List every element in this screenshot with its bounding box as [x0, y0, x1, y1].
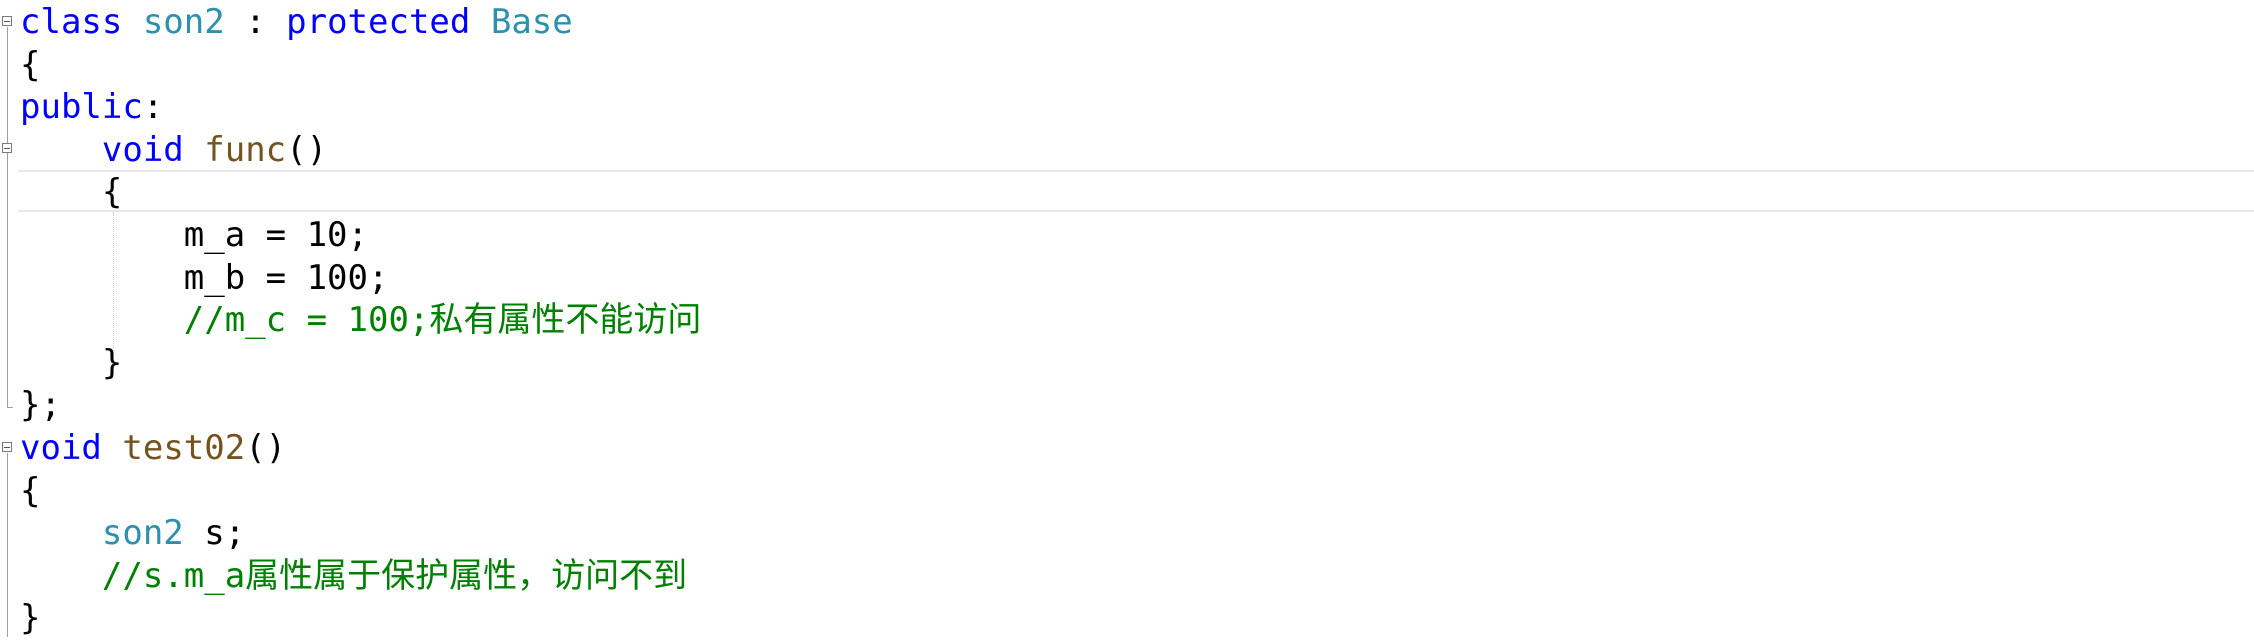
code-line[interactable]: public: [20, 86, 163, 128]
code-token: () [245, 428, 287, 468]
code-token: { [20, 44, 41, 85]
code-token: son2 [101, 513, 184, 554]
code-token: test02 [122, 428, 246, 468]
code-line[interactable]: { [20, 44, 40, 86]
fold-end [7, 407, 13, 408]
code-line[interactable]: } [20, 342, 122, 384]
code-token: : [224, 2, 287, 42]
code-line[interactable]: { [20, 171, 122, 213]
code-token: { [20, 172, 123, 213]
code-token: public [20, 87, 143, 128]
code-token: () [286, 129, 328, 170]
code-token: func [204, 129, 287, 170]
code-token: //s.m_a属性属于保护属性，访问不到 [101, 555, 688, 596]
fold-rail-test02 [7, 453, 8, 637]
code-token: void [101, 129, 184, 170]
collapse-test02-icon[interactable] [2, 442, 12, 452]
current-line-highlight [18, 170, 2254, 212]
code-token: void [20, 428, 102, 468]
code-line[interactable]: }; [20, 384, 61, 426]
code-token: m_b = 100; [20, 257, 389, 298]
code-editor[interactable]: class son2 : protected Base{public: void… [0, 0, 2254, 640]
code-line[interactable]: son2 s; [20, 512, 245, 554]
code-token: protected [286, 2, 471, 42]
code-token: Base [490, 2, 573, 42]
code-line[interactable]: class son2 : protected Base [20, 1, 573, 43]
code-token: son2 [142, 2, 225, 42]
code-line[interactable]: //s.m_a属性属于保护属性，访问不到 [20, 555, 687, 597]
code-line[interactable]: void func() [20, 129, 327, 171]
code-token: : [142, 87, 164, 128]
code-line[interactable]: } [20, 597, 40, 639]
collapse-class-icon[interactable] [2, 16, 12, 26]
collapse-func-icon[interactable] [2, 143, 12, 153]
fold-rail [7, 27, 8, 407]
code-token: s; [183, 513, 246, 554]
code-token: { [20, 470, 41, 511]
code-token: //m_c = 100;私有属性不能访问 [183, 300, 702, 341]
code-token: class [20, 2, 143, 42]
code-line[interactable]: void test02() [20, 427, 286, 469]
code-token: } [20, 598, 41, 639]
code-token: }; [20, 385, 61, 426]
code-line[interactable]: m_b = 100; [20, 257, 389, 299]
code-line[interactable]: m_a = 10; [20, 214, 368, 256]
code-token: } [20, 342, 123, 383]
code-line[interactable]: //m_c = 100;私有属性不能访问 [20, 299, 702, 341]
code-line[interactable]: { [20, 470, 40, 512]
code-token: m_a = 10; [20, 215, 368, 255]
